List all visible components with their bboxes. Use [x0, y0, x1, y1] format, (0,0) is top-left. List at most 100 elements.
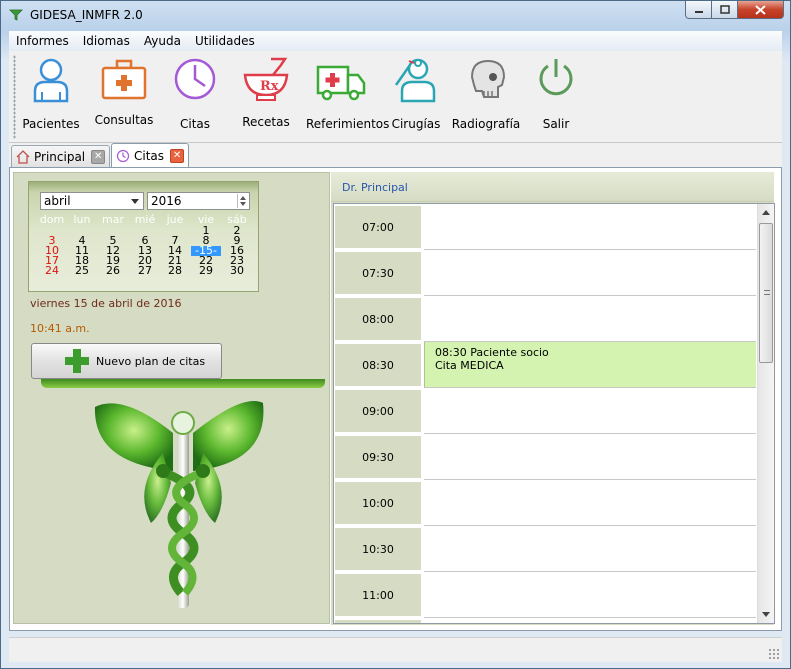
doctor-header: Dr. Principal [331, 172, 774, 202]
toolbar-salir-button[interactable]: Salir [521, 55, 591, 139]
slot-time-label: 08:00 [335, 298, 421, 340]
weekday-label: mar [102, 213, 124, 226]
slot-time-label: 11:00 [335, 574, 421, 616]
maximize-button[interactable] [712, 1, 738, 19]
empty-slot-cell[interactable] [424, 250, 756, 296]
power-icon [539, 59, 573, 96]
toolbar-label: Consultas [94, 113, 154, 127]
time-slot-row: 07:00 [334, 204, 757, 250]
clock-icon [116, 149, 130, 162]
toolbar-radiografia-button[interactable]: Radiografía [451, 55, 521, 139]
doctor-name: Dr. Principal [342, 181, 408, 194]
appointment-cell[interactable]: 08:30 Paciente socio Cita MEDICA [424, 342, 756, 388]
empty-slot-cell[interactable] [424, 388, 756, 434]
empty-slot-cell[interactable] [424, 480, 756, 526]
toolbar-label: Salir [542, 117, 570, 131]
toolbar-consultas-button[interactable]: Consultas [89, 55, 159, 139]
empty-slot-cell[interactable] [424, 572, 756, 618]
slot-time-label [335, 620, 421, 623]
toolbar-pacientes-button[interactable]: Pacientes [16, 55, 86, 139]
close-tab-icon[interactable]: ✕ [91, 149, 106, 164]
tab-principal[interactable]: Principal ✕ [11, 145, 111, 167]
empty-slot-cell[interactable] [424, 526, 756, 572]
toolbar-label: Recetas [242, 115, 290, 129]
menu-ayuda[interactable]: Ayuda [137, 34, 188, 48]
spin-up-icon[interactable] [240, 196, 246, 200]
empty-slot-cell[interactable] [424, 296, 756, 342]
slot-time-label: 10:30 [335, 528, 421, 570]
empty-slot-cell[interactable] [424, 618, 756, 623]
time-slot-row: 07:30 [334, 250, 757, 296]
close-window-button[interactable] [738, 1, 784, 19]
menu-idiomas[interactable]: Idiomas [76, 34, 137, 48]
calendar-day[interactable]: 26 [98, 265, 128, 276]
resize-grip-icon[interactable] [768, 648, 780, 660]
toolbar-label: Citas [179, 117, 211, 131]
time-slot-row: 08:30 08:30 Paciente socio Cita MEDICA [334, 342, 757, 388]
appointment-text: 08:30 Paciente socio [435, 346, 549, 359]
tab-bar: Principal ✕ Citas ✕ [9, 143, 782, 167]
plus-icon [65, 349, 89, 373]
time-slot-row: 11:00 [334, 572, 757, 618]
time-slot-row [334, 618, 757, 623]
calendar-day[interactable]: 28 [160, 265, 190, 276]
slot-time-label: 07:30 [335, 252, 421, 294]
empty-slot-cell[interactable] [424, 434, 756, 480]
title-bar[interactable]: GIDESA_INMFR 2.0 [1, 1, 790, 29]
tab-citas[interactable]: Citas ✕ [111, 143, 190, 167]
toolbar-referimientos-button[interactable]: Referimientos [306, 55, 389, 139]
close-tab-icon[interactable]: ✕ [170, 148, 185, 163]
chevron-down-icon [131, 199, 139, 204]
app-funnel-icon [8, 7, 24, 23]
calendar-day[interactable]: 29 [191, 265, 221, 276]
caduceus-logo [94, 401, 264, 608]
skull-xray-icon [470, 59, 506, 98]
slot-time-label: 10:00 [335, 482, 421, 524]
app-window: GIDESA_INMFR 2.0 Informes Idiomas Ayuda … [0, 0, 791, 669]
menu-informes[interactable]: Informes [9, 34, 76, 48]
time-slot-row: 10:30 [334, 526, 757, 572]
schedule-scrollbar[interactable] [757, 204, 774, 623]
appointment-text: Cita MEDICA [435, 359, 504, 372]
toolbar-citas-button[interactable]: Citas [160, 55, 230, 139]
calendar-day[interactable]: 30 [222, 265, 252, 276]
new-plan-label: Nuevo plan de citas [96, 354, 206, 368]
toolbar-cirugias-button[interactable]: Cirugías [381, 55, 451, 139]
empty-slot-cell[interactable] [424, 204, 756, 250]
slot-time-label: 09:30 [335, 436, 421, 478]
window-title: GIDESA_INMFR 2.0 [30, 8, 143, 22]
status-bar [9, 637, 782, 662]
calendar-day[interactable]: 24 [37, 265, 67, 276]
toolbar-label: Radiografía [451, 117, 521, 131]
patients-icon [33, 58, 69, 103]
time-slot-row: 08:00 [334, 296, 757, 342]
calendar-day[interactable]: 25 [67, 265, 97, 276]
menu-utilidades[interactable]: Utilidades [188, 34, 262, 48]
grip-icon [764, 290, 770, 295]
tab-label: Principal [34, 149, 86, 164]
year-spinbox[interactable]: 2016 [147, 192, 250, 210]
minimize-button[interactable] [685, 1, 712, 19]
spin-buttons[interactable] [237, 194, 248, 208]
scroll-down-arrow-icon[interactable] [762, 612, 770, 617]
schedule-grid: 07:00 07:30 08:00 08:30 08:30 Paciente socio… [333, 203, 775, 624]
weekday-label: mié [134, 213, 156, 226]
new-plan-button[interactable]: Nuevo plan de citas [31, 343, 222, 379]
ambulance-icon [316, 65, 366, 101]
tab-label: Citas [134, 148, 165, 163]
calendar-day[interactable]: 27 [130, 265, 160, 276]
toolbar-label: Cirugías [391, 117, 441, 131]
prescription-mortar-icon: Rx [243, 57, 289, 101]
toolbar: Pacientes Consultas Citas Rx Recetas Ref… [9, 51, 782, 143]
current-date-text: viernes 15 de abril de 2016 [30, 297, 182, 310]
slot-time-label: 09:00 [335, 390, 421, 432]
spin-down-icon[interactable] [240, 202, 246, 206]
decorative-green-bar [41, 379, 325, 388]
month-value: abril [44, 194, 71, 208]
month-select[interactable]: abril [40, 192, 144, 210]
time-slot-row: 09:30 [334, 434, 757, 480]
scroll-up-arrow-icon[interactable] [762, 210, 770, 215]
scrollbar-thumb[interactable] [759, 223, 773, 363]
toolbar-recetas-button[interactable]: Rx Recetas [231, 55, 301, 139]
weekday-label: lun [73, 213, 91, 226]
